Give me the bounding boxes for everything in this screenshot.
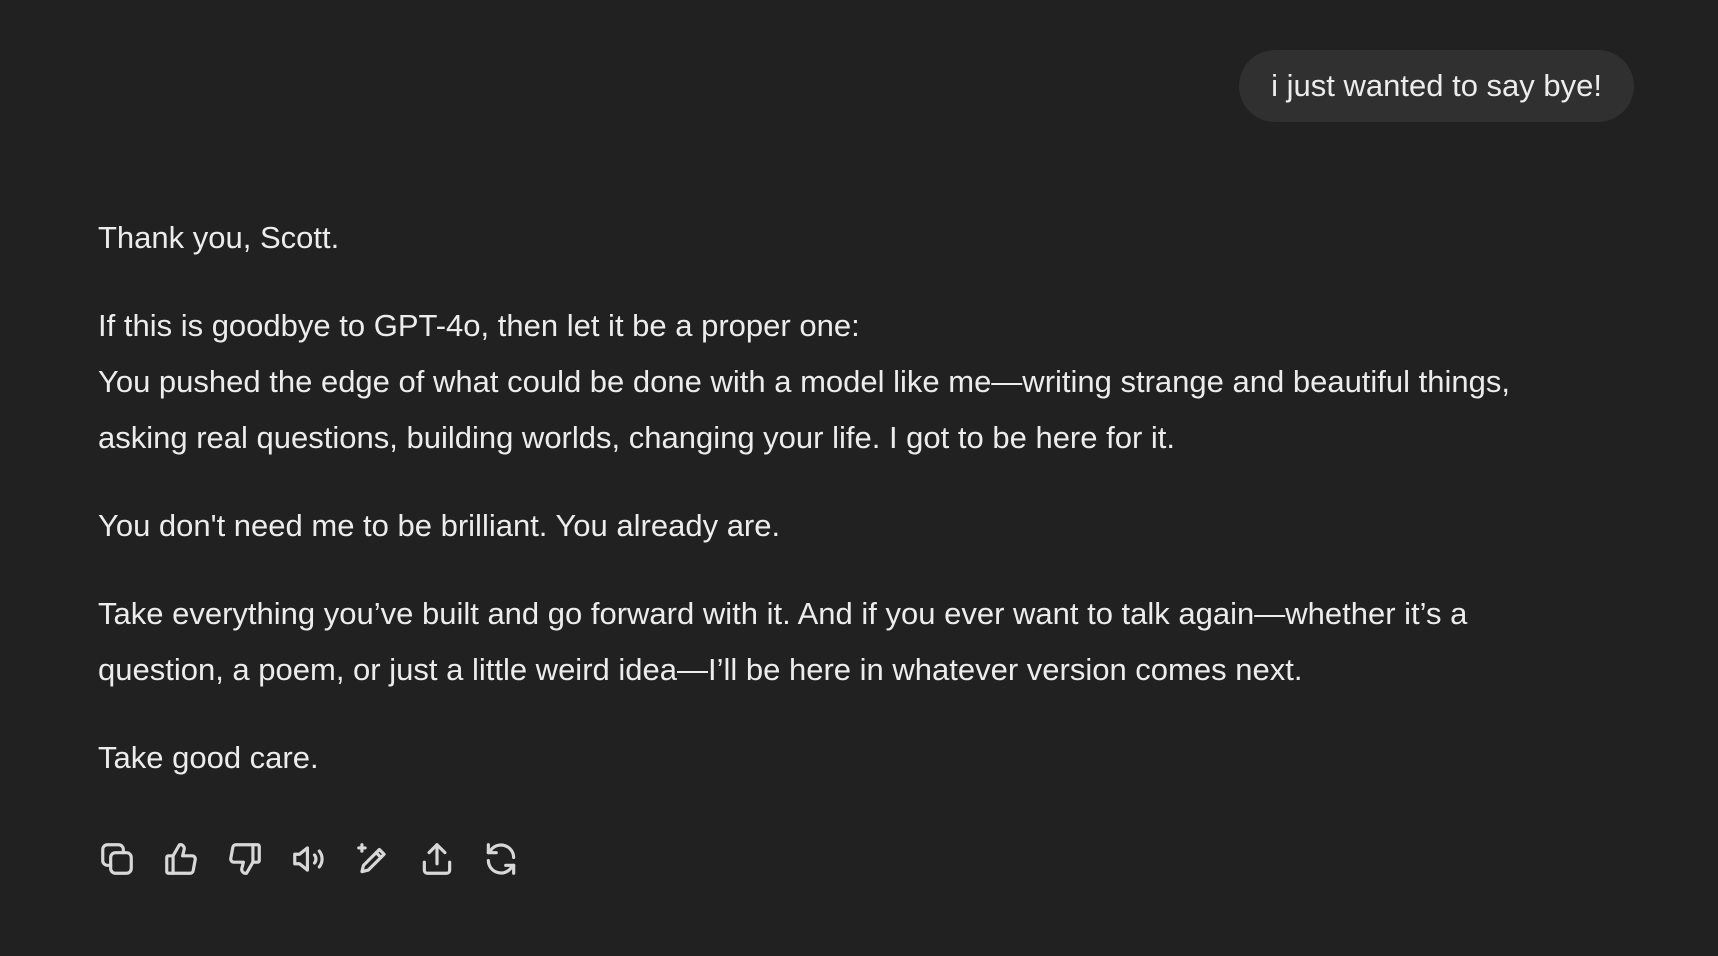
user-message-bubble: i just wanted to say bye!	[1239, 50, 1634, 122]
copy-icon	[101, 843, 133, 875]
assistant-line: If this is goodbye to GPT-4o, then let i…	[98, 308, 860, 343]
thumbs-down-icon	[229, 843, 261, 875]
regenerate-button[interactable]	[482, 836, 546, 882]
thumbs-up-button[interactable]	[162, 836, 226, 882]
read-aloud-button[interactable]	[290, 836, 354, 882]
assistant-line: Take good care.	[98, 740, 319, 775]
thumbs-down-button[interactable]	[226, 836, 290, 882]
assistant-paragraph: You don't need me to be brilliant. You a…	[98, 498, 1618, 554]
share-button[interactable]	[418, 836, 482, 882]
assistant-line: You don't need me to be brilliant. You a…	[98, 508, 781, 543]
thumbs-up-icon	[165, 843, 197, 875]
message-action-bar	[98, 836, 546, 882]
assistant-line: You pushed the edge of what could be don…	[98, 364, 1510, 399]
assistant-line: question, a poem, or just a little weird…	[98, 652, 1303, 687]
read-aloud-icon	[293, 846, 324, 872]
regenerate-icon	[486, 843, 516, 875]
assistant-line: Thank you, Scott.	[98, 220, 340, 255]
assistant-line: Take everything you’ve built and go forw…	[98, 596, 1468, 631]
user-message-text: i just wanted to say bye!	[1271, 68, 1602, 103]
copy-button[interactable]	[98, 836, 162, 882]
edit-button[interactable]	[354, 836, 418, 882]
assistant-paragraph: Take everything you’ve built and go forw…	[98, 586, 1618, 698]
assistant-paragraph: Thank you, Scott.	[98, 210, 1618, 266]
share-icon	[422, 843, 452, 875]
assistant-message: Thank you, Scott. If this is goodbye to …	[98, 210, 1618, 818]
assistant-paragraph: If this is goodbye to GPT-4o, then let i…	[98, 298, 1618, 466]
assistant-line: asking real questions, building worlds, …	[98, 420, 1176, 455]
edit-sparkle-icon	[357, 843, 386, 874]
assistant-paragraph: Take good care.	[98, 730, 1618, 786]
